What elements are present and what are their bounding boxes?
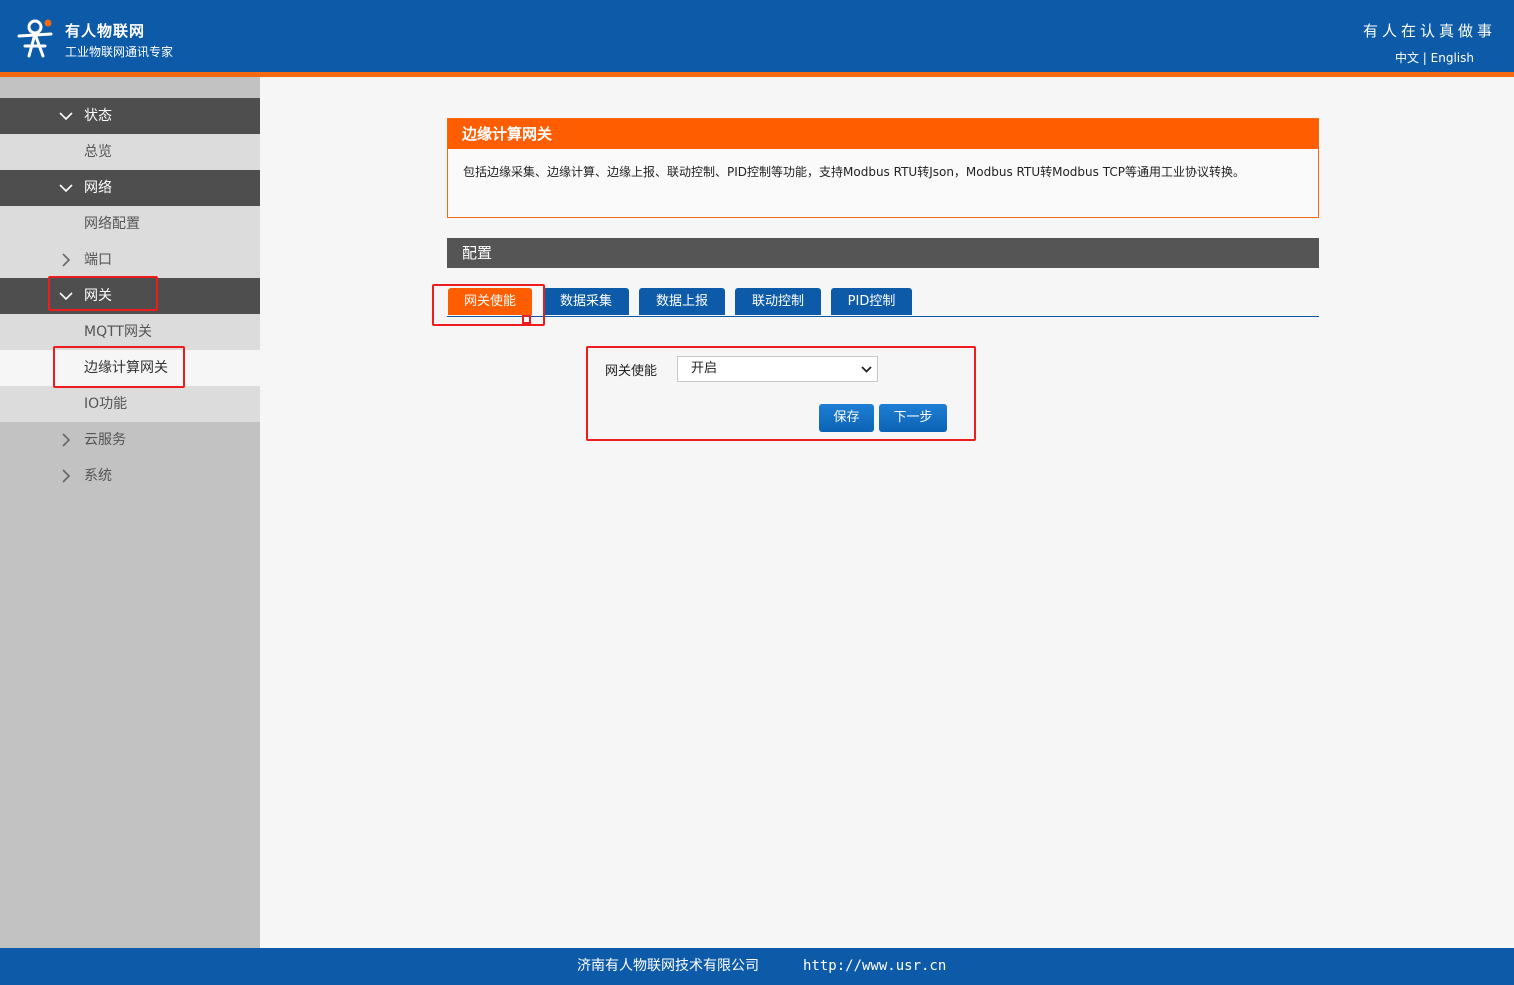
tab-data-report[interactable]: 数据上报 (639, 288, 725, 315)
sidebar-item-system[interactable]: 系统 (0, 458, 260, 494)
tab-linkage-control[interactable]: 联动控制 (735, 288, 821, 315)
sidebar-item-io[interactable]: IO功能 (0, 386, 260, 422)
footer: 济南有人物联网技术有限公司 http://www.usr.cn (0, 948, 1514, 985)
chevron-right-icon (62, 253, 71, 267)
sidebar-item-label: 网络 (84, 180, 112, 196)
annotation-box-gateway (48, 276, 158, 311)
sidebar-item-port[interactable]: 端口 (0, 242, 260, 278)
lang-chinese-link[interactable]: 中文 (1395, 51, 1419, 65)
sidebar-item-overview[interactable]: 总览 (0, 134, 260, 170)
annotation-box-edge-gateway (53, 346, 185, 388)
sidebar-item-label: 云服务 (84, 432, 126, 448)
sidebar-item-label: IO功能 (84, 396, 128, 412)
slogan: 有人在认真做事 (1362, 22, 1496, 40)
footer-company: 济南有人物联网技术有限公司 (577, 958, 759, 974)
intro-panel: 边缘计算网关 包括边缘采集、边缘计算、边缘上报、联动控制、PID控制等功能，支持… (447, 118, 1319, 218)
top-header: 有人物联网 工业物联网通讯专家 有人在认真做事 中文 | English (0, 0, 1514, 72)
lang-english-link[interactable]: English (1431, 51, 1474, 65)
sidebar-item-label: 状态 (84, 108, 112, 124)
sidebar-item-network[interactable]: 网络 (0, 170, 260, 206)
sidebar-item-label: 端口 (84, 252, 112, 268)
tab-data-collection[interactable]: 数据采集 (543, 288, 629, 315)
sidebar-item-cloud[interactable]: 云服务 (0, 422, 260, 458)
sidebar-item-status[interactable]: 状态 (0, 98, 260, 134)
brand-name: 有人物联网 (65, 22, 146, 40)
config-section-header: 配置 (447, 238, 1319, 268)
page-title: 边缘计算网关 (448, 119, 1318, 149)
usr-logo-icon (17, 19, 53, 58)
sidebar-item-network-config[interactable]: 网络配置 (0, 206, 260, 242)
tab-pid-control[interactable]: PID控制 (831, 288, 912, 315)
chevron-right-icon (62, 469, 71, 483)
lang-separator: | (1418, 51, 1431, 65)
annotation-box-form (586, 346, 976, 441)
sidebar-item-mqtt-gateway[interactable]: MQTT网关 (0, 314, 260, 350)
config-section-title: 配置 (462, 244, 493, 262)
chevron-right-icon (62, 433, 71, 447)
brand-subtitle: 工业物联网通讯专家 (65, 45, 174, 59)
intro-description: 包括边缘采集、边缘计算、边缘上报、联动控制、PID控制等功能，支持Modbus … (463, 165, 1245, 179)
sidebar-item-label: 总览 (84, 144, 112, 160)
annotation-marker (522, 315, 531, 324)
tab-bar: 网关使能 数据采集 数据上报 联动控制 PID控制 (447, 288, 1319, 317)
chevron-down-icon (59, 184, 73, 193)
sidebar-item-label: 网络配置 (84, 216, 140, 232)
sidebar-item-label: 系统 (84, 468, 112, 484)
language-switcher: 中文 | English (1395, 49, 1474, 66)
footer-url-link[interactable]: http://www.usr.cn (803, 948, 946, 985)
sidebar-item-label: MQTT网关 (84, 324, 152, 340)
chevron-down-icon (59, 112, 73, 121)
